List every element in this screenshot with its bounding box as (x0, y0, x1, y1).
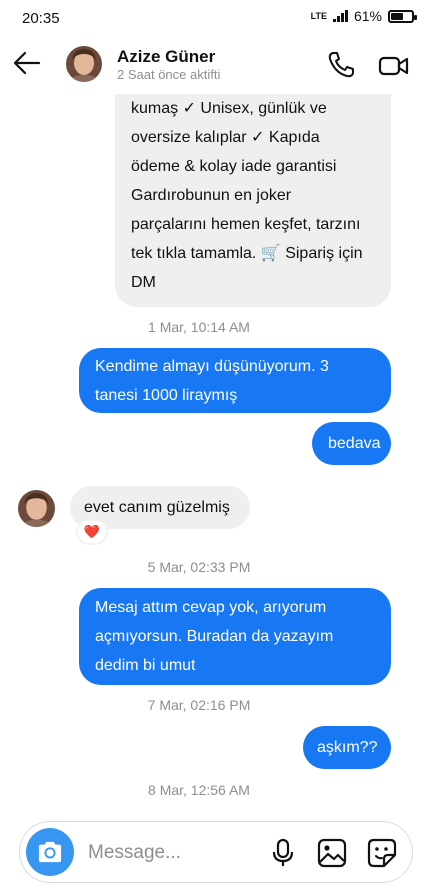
back-arrow-icon[interactable] (10, 46, 44, 80)
status-time: 20:35 (22, 10, 60, 27)
timestamp: 1 Mar, 10:14 AM (148, 319, 250, 335)
message-text: bedava (328, 435, 381, 452)
message-line: dedim bi umut (95, 657, 196, 674)
message-line: Kendime almayı düşünüyorum. 3 (95, 358, 329, 375)
message-line: oversize kalıplar ✓ Kapıda (131, 129, 320, 146)
video-camera-icon[interactable] (378, 52, 410, 80)
battery-icon (388, 9, 417, 23)
message-line: açmıyorsun. Buradan da yazayım (95, 628, 334, 645)
message-line: Mesaj attım cevap yok, arıyorum (95, 599, 327, 616)
timestamp: 7 Mar, 02:16 PM (147, 697, 251, 713)
message-text: aşkım?? (317, 739, 378, 756)
message-line: ödeme & kolay iade garantisi (131, 158, 337, 175)
contact-status: 2 Saat önce aktifti (117, 67, 221, 82)
chat-header: Azize Güner 2 Saat önce aktifti (0, 38, 432, 94)
contact-name[interactable]: Azize Güner (117, 47, 215, 67)
message-input[interactable] (88, 839, 258, 867)
message-line: kumaş ✓ Unisex, günlük ve (131, 100, 327, 117)
outgoing-message[interactable]: Kendime almayı düşünüyorum. 3 tanesi 100… (79, 348, 391, 413)
avatar[interactable] (66, 46, 102, 82)
network-label: LTE (310, 10, 327, 21)
incoming-message[interactable]: kumaş ✓ Unisex, günlük ve oversize kalıp… (115, 94, 391, 307)
outgoing-message[interactable]: Mesaj attım cevap yok, arıyorum açmıyors… (79, 588, 391, 685)
status-icons: LTE 61% (310, 8, 417, 24)
camera-icon (38, 841, 62, 863)
message-list[interactable]: kumaş ✓ Unisex, günlük ve oversize kalıp… (0, 94, 432, 814)
status-bar: 20:35 LTE 61% (0, 0, 432, 38)
avatar[interactable] (18, 490, 55, 527)
message-composer (19, 821, 413, 883)
battery-percent: 61% (353, 8, 382, 24)
timestamp: 8 Mar, 12:56 AM (148, 782, 250, 798)
signal-icon (332, 10, 348, 22)
gallery-icon[interactable] (316, 837, 348, 869)
message-line: Gardırobunun en joker (131, 187, 292, 204)
camera-button[interactable] (26, 828, 74, 876)
outgoing-message[interactable]: aşkım?? (303, 726, 391, 769)
reaction-badge[interactable]: ❤️ (76, 519, 108, 545)
message-text: evet canım güzelmiş (84, 499, 230, 516)
outgoing-message[interactable]: bedava (312, 422, 391, 465)
sticker-icon[interactable] (366, 837, 398, 869)
timestamp: 5 Mar, 02:33 PM (147, 559, 251, 575)
network-type: LTE (310, 10, 327, 21)
message-line: DM (131, 274, 156, 291)
heart-icon: ❤️ (83, 524, 101, 539)
microphone-icon[interactable] (268, 838, 298, 868)
message-line: tanesi 1000 liraymış (95, 387, 238, 404)
message-line: tek tıkla tamamla. 🛒 Sipariş için (131, 245, 363, 262)
message-line: parçalarını hemen keşfet, tarzını (131, 216, 361, 233)
phone-icon[interactable] (326, 50, 356, 80)
